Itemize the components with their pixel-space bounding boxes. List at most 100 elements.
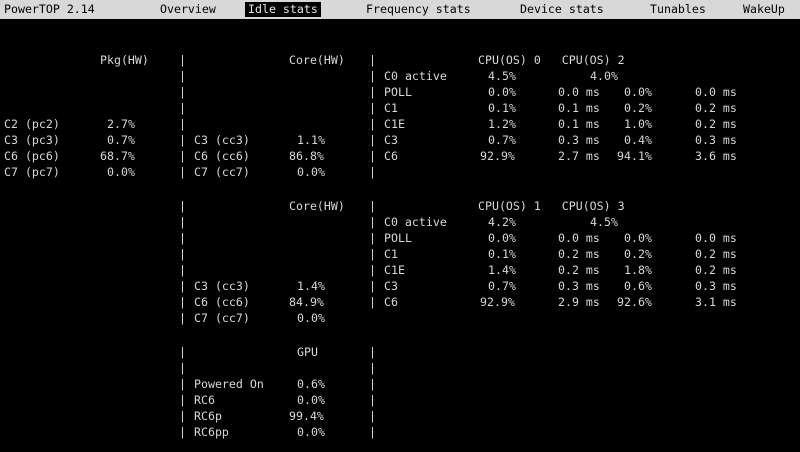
- column-separator: |: [179, 53, 186, 67]
- cpu-state-pct: 0.6%: [624, 279, 652, 293]
- pkg-header: Pkg(HW): [100, 53, 149, 67]
- cpu-state-time: 3.6 ms: [695, 149, 737, 163]
- column-separator: |: [369, 247, 376, 261]
- top-menu-bar: PowerTOP 2.14 Overview Idle stats Freque…: [0, 0, 800, 19]
- column-separator: |: [179, 295, 186, 309]
- column-separator: |: [179, 101, 186, 115]
- column-separator: |: [179, 393, 186, 407]
- column-separator: |: [179, 117, 186, 131]
- tab-tunables[interactable]: Tunables: [650, 2, 706, 17]
- core-state-value: 86.8%: [289, 149, 324, 163]
- cpu-state-pct: 0.2%: [624, 247, 652, 261]
- column-separator: |: [179, 215, 186, 229]
- core-state-label: C3 (cc3): [194, 279, 250, 293]
- cpu-state-label: C6: [384, 295, 398, 309]
- cpu-state-label: C1E: [384, 263, 405, 277]
- column-separator: |: [369, 361, 376, 375]
- cpu-state-pct: 1.2%: [488, 117, 516, 131]
- cpu-state-pct: 92.9%: [480, 149, 515, 163]
- core-header: Core(HW): [289, 199, 345, 213]
- cpu-state-pct: 94.1%: [617, 149, 652, 163]
- column-separator: |: [369, 69, 376, 83]
- gpu-state-label: RC6pp: [194, 425, 229, 439]
- cpu-state-time: 3.1 ms: [695, 295, 737, 309]
- tab-idle-stats[interactable]: Idle stats: [245, 2, 321, 17]
- pkg-state-value: 0.7%: [107, 133, 135, 147]
- cpu-state-pct: 0.7%: [488, 133, 516, 147]
- cpu-state-pct: 0.1%: [488, 247, 516, 261]
- pkg-state-label: C7 (pc7): [4, 165, 60, 179]
- column-separator: |: [179, 377, 186, 391]
- column-separator: |: [179, 247, 186, 261]
- cpu-state-label: C1: [384, 101, 398, 115]
- column-separator: |: [179, 279, 186, 293]
- tab-device-stats[interactable]: Device stats: [520, 2, 604, 17]
- column-separator: |: [369, 377, 376, 391]
- core-state-label: C7 (cc7): [194, 165, 250, 179]
- column-separator: |: [369, 231, 376, 245]
- cpu-state-pct: 1.0%: [624, 117, 652, 131]
- column-separator: |: [179, 199, 186, 213]
- cpu-state-pct: 0.2%: [624, 101, 652, 115]
- column-separator: |: [179, 263, 186, 277]
- column-separator: |: [369, 117, 376, 131]
- column-separator: |: [179, 345, 186, 359]
- cpu-state-label: C0 active: [384, 69, 447, 83]
- column-separator: |: [179, 133, 186, 147]
- column-separator: |: [369, 425, 376, 439]
- cpu-state-label: POLL: [384, 231, 412, 245]
- tab-overview[interactable]: Overview: [160, 2, 216, 17]
- gpu-state-value: 0.0%: [297, 393, 325, 407]
- column-separator: |: [369, 133, 376, 147]
- core-state-value: 0.0%: [297, 165, 325, 179]
- column-separator: |: [369, 85, 376, 99]
- column-separator: |: [369, 149, 376, 163]
- gpu-state-label: RC6p: [194, 409, 222, 423]
- column-separator: |: [369, 345, 376, 359]
- cpu-state-pct: 0.0%: [624, 85, 652, 99]
- pkg-state-value: 2.7%: [107, 117, 135, 131]
- gpu-header: GPU: [297, 345, 318, 359]
- column-separator: |: [369, 295, 376, 309]
- cpu-state-pct: 0.4%: [624, 133, 652, 147]
- tab-wakeup[interactable]: WakeUp: [743, 2, 785, 17]
- cpu-state-pct: 1.8%: [624, 263, 652, 277]
- cpu-state-time: 0.0 ms: [695, 85, 737, 99]
- cpu-state-time: 0.2 ms: [695, 247, 737, 261]
- column-separator: |: [369, 393, 376, 407]
- pkg-state-label: C2 (pc2): [4, 117, 60, 131]
- cpu-state-pct: 4.0%: [590, 69, 618, 83]
- column-separator: |: [179, 149, 186, 163]
- cpu-state-time: 2.7 ms: [558, 149, 600, 163]
- cpu-state-pct: 0.0%: [624, 231, 652, 245]
- cpu-state-label: C3: [384, 279, 398, 293]
- column-separator: |: [369, 279, 376, 293]
- column-separator: |: [179, 311, 186, 325]
- column-separator: |: [369, 215, 376, 229]
- column-separator: |: [179, 69, 186, 83]
- cpu-header: CPU(OS) 0 CPU(OS) 2: [478, 53, 625, 67]
- cpu-state-time: 0.2 ms: [695, 263, 737, 277]
- tab-frequency-stats[interactable]: Frequency stats: [366, 2, 471, 17]
- cpu-state-time: 0.2 ms: [558, 247, 600, 261]
- cpu-state-time: 0.2 ms: [695, 117, 737, 131]
- cpu-state-time: 0.1 ms: [558, 117, 600, 131]
- column-separator: |: [369, 199, 376, 213]
- cpu-header: CPU(OS) 1 CPU(OS) 3: [478, 199, 625, 213]
- cpu-state-time: 0.2 ms: [695, 101, 737, 115]
- column-separator: |: [369, 165, 376, 179]
- gpu-state-value: 0.0%: [297, 425, 325, 439]
- core-state-value: 84.9%: [289, 295, 324, 309]
- gpu-state-value: 99.4%: [289, 409, 324, 423]
- column-separator: |: [179, 231, 186, 245]
- cpu-state-time: 0.0 ms: [558, 85, 600, 99]
- cpu-state-label: C6: [384, 149, 398, 163]
- pkg-state-label: C6 (pc6): [4, 149, 60, 163]
- cpu-state-time: 0.3 ms: [558, 279, 600, 293]
- column-separator: |: [179, 85, 186, 99]
- gpu-state-value: 0.6%: [297, 377, 325, 391]
- cpu-state-pct: 1.4%: [488, 263, 516, 277]
- core-state-label: C6 (cc6): [194, 295, 250, 309]
- cpu-state-time: 0.3 ms: [558, 133, 600, 147]
- cpu-state-pct: 92.6%: [617, 295, 652, 309]
